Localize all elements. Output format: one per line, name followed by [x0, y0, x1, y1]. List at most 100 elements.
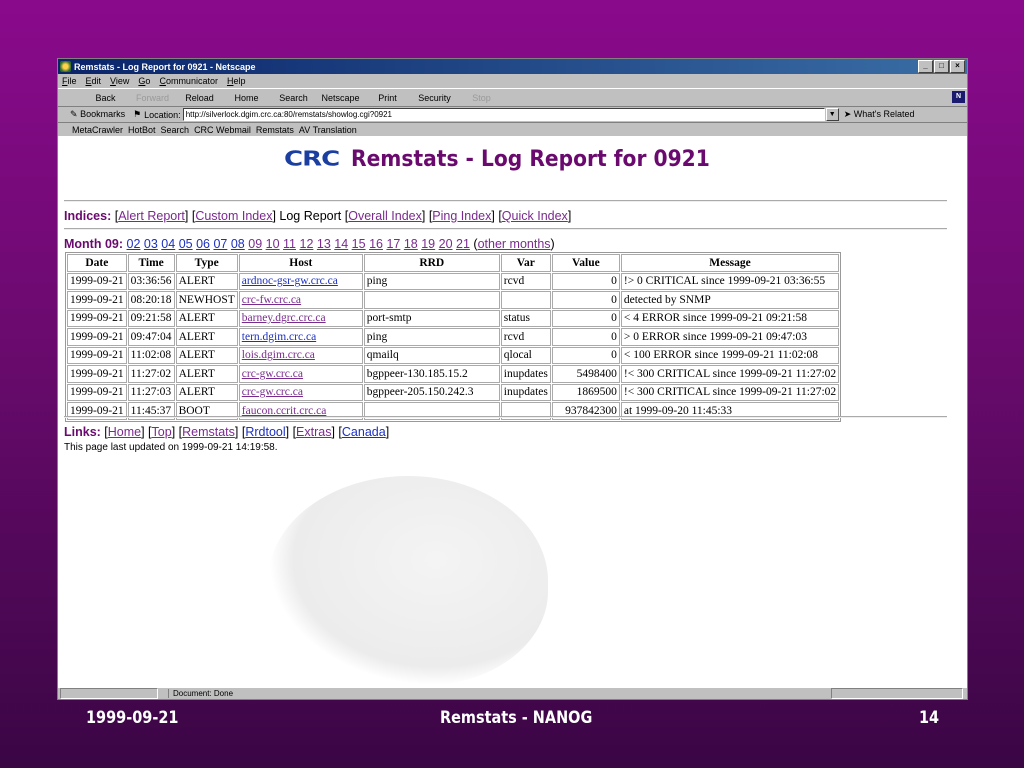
custom-index-link[interactable]: Custom Index — [195, 209, 272, 223]
stop-button[interactable]: Stop — [458, 93, 505, 103]
cell-rrd — [363, 291, 500, 309]
title-bar: Remstats - Log Report for 0921 - Netscap… — [58, 59, 967, 74]
day-link[interactable]: 07 — [213, 237, 227, 251]
day-link[interactable]: 08 — [231, 237, 245, 251]
home-link[interactable]: Home — [108, 425, 141, 439]
last-updated-text: This page last updated on 1999-09-21 14:… — [64, 442, 278, 453]
alert-report-link[interactable]: Alert Report — [118, 209, 185, 223]
home-button[interactable]: Home — [223, 93, 270, 103]
cell-host[interactable]: crc-gw.crc.ca — [238, 365, 363, 383]
security-lock-icon[interactable] — [60, 688, 158, 699]
day-link[interactable]: 19 — [421, 237, 435, 251]
cell-host[interactable]: crc-fw.crc.ca — [238, 291, 363, 309]
search-button[interactable]: Search — [270, 93, 317, 103]
day-link[interactable]: 11 — [283, 237, 296, 251]
cell-value: 0 — [551, 272, 620, 290]
cell-type: ALERT — [175, 309, 238, 327]
day-link[interactable]: 13 — [317, 237, 331, 251]
menu-go[interactable]: Go — [138, 76, 150, 86]
minimize-button[interactable]: _ — [918, 60, 933, 73]
host-link[interactable]: ardnoc-gsr-gw.crc.ca — [242, 275, 338, 287]
column-header-type: Type — [175, 254, 238, 272]
personal-link-remstats[interactable]: Remstats — [256, 125, 294, 135]
personal-link-search[interactable]: Search — [161, 125, 190, 135]
print-button[interactable]: Print — [364, 93, 411, 103]
column-header-host: Host — [238, 254, 363, 272]
bookmarks-button[interactable]: ✎ Bookmarks — [70, 109, 125, 120]
day-link[interactable]: 05 — [179, 237, 193, 251]
browser-window: Remstats - Log Report for 0921 - Netscap… — [57, 58, 968, 700]
cell-rrd: ping — [363, 272, 500, 290]
menu-view[interactable]: View — [110, 76, 129, 86]
top-link[interactable]: Top — [152, 425, 172, 439]
table-header-row: Date Time Type Host RRD Var Value Messag… — [67, 254, 840, 272]
personal-link-metacrawler[interactable]: MetaCrawler — [72, 125, 123, 135]
day-link[interactable]: 06 — [196, 237, 210, 251]
menu-edit[interactable]: Edit — [86, 76, 102, 86]
close-button[interactable]: × — [950, 60, 965, 73]
day-link[interactable]: 21 — [456, 237, 470, 251]
host-link[interactable]: crc-gw.crc.ca — [242, 368, 303, 380]
day-link[interactable]: 12 — [300, 237, 314, 251]
cell-host[interactable]: tern.dgim.crc.ca — [238, 328, 363, 346]
cell-date: 1999-09-21 — [67, 383, 127, 401]
host-link[interactable]: tern.dgim.crc.ca — [242, 331, 316, 343]
quick-index-link[interactable]: Quick Index — [502, 209, 568, 223]
cell-host[interactable]: barney.dgrc.crc.ca — [238, 309, 363, 327]
overall-index-link[interactable]: Overall Index — [348, 209, 422, 223]
ping-index-link[interactable]: Ping Index — [432, 209, 491, 223]
rrdtool-link[interactable]: Rrdtool — [245, 425, 285, 439]
host-link[interactable]: crc-fw.crc.ca — [242, 294, 301, 306]
indices-nav: Indices: [Alert Report] [Custom Index] L… — [64, 209, 572, 223]
personal-link-hotbot[interactable]: HotBot — [128, 125, 156, 135]
cell-host[interactable]: lois.dgim.crc.ca — [238, 346, 363, 364]
forward-button[interactable]: Forward — [129, 93, 176, 103]
menu-file[interactable]: File — [62, 76, 77, 86]
maximize-button[interactable]: □ — [934, 60, 949, 73]
component-bar-icons[interactable] — [831, 688, 963, 699]
month-label: Month 09: — [64, 237, 124, 251]
remstats-link[interactable]: Remstats — [182, 425, 235, 439]
personal-link-av-translation[interactable]: AV Translation — [299, 125, 357, 135]
other-months-link[interactable]: other months — [478, 237, 551, 251]
extras-link[interactable]: Extras — [296, 425, 331, 439]
url-dropdown-chevron-down-icon[interactable]: ▼ — [825, 108, 839, 121]
menu-help[interactable]: Help — [227, 76, 246, 86]
day-link[interactable]: 16 — [369, 237, 383, 251]
day-link[interactable]: 10 — [266, 237, 280, 251]
bookmark-icon: ✎ — [70, 109, 78, 119]
slide-footer-title: Remstats - NANOG — [440, 708, 593, 728]
back-button[interactable]: Back — [82, 93, 129, 103]
personal-link-crc-webmail[interactable]: CRC Webmail — [194, 125, 251, 135]
day-link[interactable]: 04 — [161, 237, 175, 251]
day-link[interactable]: 09 — [248, 237, 262, 251]
netscape-app-icon — [60, 61, 71, 72]
host-link[interactable]: faucon.ccrit.crc.ca — [242, 405, 327, 417]
day-link[interactable]: 20 — [439, 237, 453, 251]
table-row: 1999-09-21 11:27:02 ALERT crc-gw.crc.ca bgpp… — [67, 365, 840, 383]
security-button[interactable]: Security — [411, 93, 458, 103]
location-url-input[interactable]: http://silverlock.dgim.crc.ca:80/remstat… — [182, 108, 825, 121]
host-link[interactable]: barney.dgrc.crc.ca — [242, 312, 326, 324]
cell-var: inupdates — [500, 365, 551, 383]
canada-link[interactable]: Canada — [342, 425, 386, 439]
host-link[interactable]: lois.dgim.crc.ca — [242, 349, 315, 361]
page-header: CRC Remstats - Log Report for 0921 — [284, 144, 741, 174]
day-link[interactable]: 15 — [352, 237, 366, 251]
host-link[interactable]: crc-gw.crc.ca — [242, 386, 303, 398]
day-link[interactable]: 17 — [386, 237, 400, 251]
cell-host[interactable]: ardnoc-gsr-gw.crc.ca — [238, 272, 363, 290]
day-link[interactable]: 18 — [404, 237, 418, 251]
day-link[interactable]: 02 — [127, 237, 141, 251]
menu-communicator[interactable]: Communicator — [159, 76, 218, 86]
day-link[interactable]: 14 — [334, 237, 348, 251]
netscape-throbber-icon[interactable]: N — [952, 91, 965, 103]
cell-time: 11:02:08 — [127, 346, 175, 364]
whats-related-button[interactable]: ➤ What's Related — [844, 109, 915, 120]
menu-bar: File Edit View Go Communicator Help — [58, 74, 967, 88]
cell-host[interactable]: crc-gw.crc.ca — [238, 383, 363, 401]
netscape-button[interactable]: Netscape — [317, 93, 364, 103]
day-link[interactable]: 03 — [144, 237, 158, 251]
cell-date: 1999-09-21 — [67, 328, 127, 346]
reload-button[interactable]: Reload — [176, 93, 223, 103]
